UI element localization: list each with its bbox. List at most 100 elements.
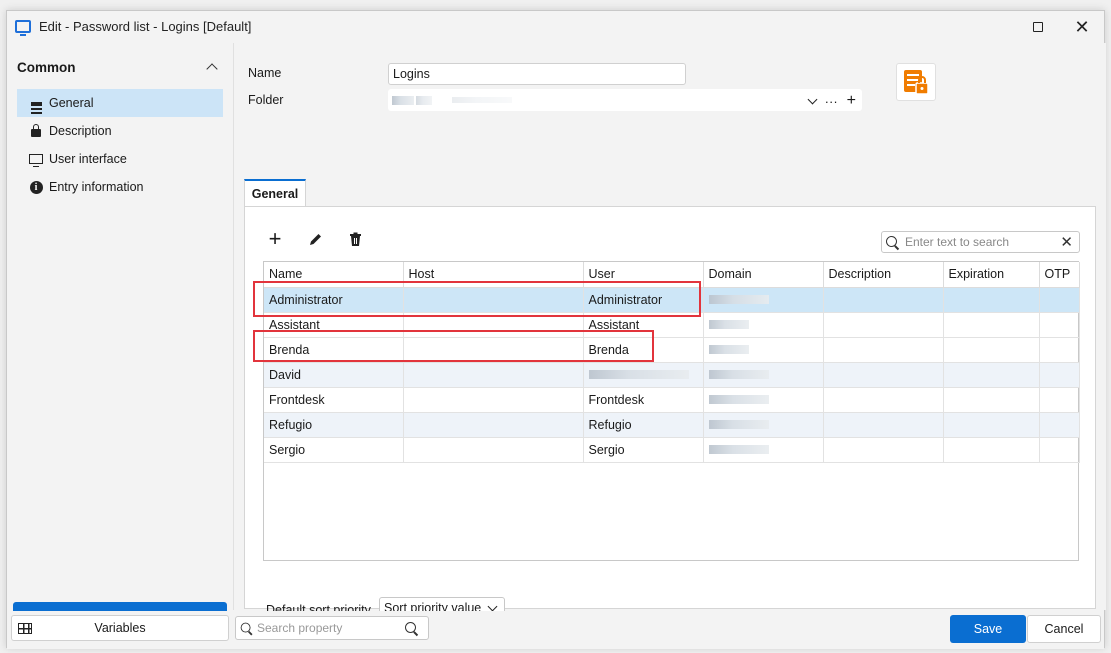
sidebar-item-label: General: [49, 96, 94, 110]
sidebar-item-label: Entry information: [49, 180, 144, 194]
table-row[interactable]: Frontdesk Frontdesk: [264, 387, 1080, 413]
name-label: Name: [248, 66, 282, 80]
cell-domain: [703, 362, 824, 388]
grid-toolbar: +: [267, 226, 363, 251]
folder-value-redacted: [452, 97, 512, 103]
app-icon: [15, 20, 31, 36]
column-header-otp[interactable]: OTP: [1039, 262, 1080, 288]
folder-label: Folder: [248, 93, 284, 107]
search-icon: [240, 622, 253, 634]
cell-description: [823, 362, 944, 388]
folder-add-button[interactable]: +: [847, 92, 856, 110]
edit-dialog: Edit - Password list - Logins [Default] …: [6, 10, 1106, 649]
delete-entry-button[interactable]: [347, 231, 363, 247]
cell-name: Administrator: [264, 287, 404, 313]
folder-field[interactable]: ··· +: [388, 89, 862, 111]
cell-description: [823, 312, 944, 338]
cell-domain: [703, 312, 824, 338]
table-row[interactable]: Sergio Sergio: [264, 437, 1080, 463]
table-row[interactable]: Assistant Assistant: [264, 312, 1080, 338]
edit-entry-button[interactable]: [307, 231, 323, 247]
cell-description: [823, 337, 944, 363]
cell-otp: [1039, 312, 1080, 338]
cell-expiration: [943, 312, 1040, 338]
cell-expiration: [943, 337, 1040, 363]
cell-host: [403, 312, 584, 338]
column-header-user[interactable]: User: [583, 262, 704, 288]
column-header-description[interactable]: Description: [823, 262, 944, 288]
search-icon[interactable]: [405, 621, 418, 635]
sidebar-item-user-interface[interactable]: User interface: [17, 145, 223, 173]
cell-host: [403, 362, 584, 388]
add-entry-button[interactable]: +: [267, 226, 283, 251]
plus-icon: +: [268, 226, 282, 251]
cell-domain: [703, 437, 824, 463]
grid-search-input[interactable]: Enter text to search ✕: [881, 231, 1080, 253]
clear-search-button[interactable]: ✕: [1060, 233, 1073, 251]
cell-description: [823, 412, 944, 438]
property-sidebar: Common General Description User interfac…: [7, 43, 233, 634]
window-title: Edit - Password list - Logins [Default]: [39, 19, 252, 34]
cell-user: Refugio: [583, 412, 704, 438]
save-button[interactable]: Save: [950, 615, 1026, 643]
column-header-host[interactable]: Host: [403, 262, 584, 288]
sidebar-item-description[interactable]: Description: [17, 117, 223, 145]
sidebar-group-label: Common: [17, 59, 76, 75]
search-icon: [886, 235, 899, 249]
cell-description: [823, 387, 944, 413]
sidebar-item-general[interactable]: General: [17, 89, 223, 117]
column-header-name[interactable]: Name: [264, 262, 404, 288]
column-header-domain[interactable]: Domain: [703, 262, 824, 288]
cell-otp: [1039, 337, 1080, 363]
cell-name: Refugio: [264, 412, 404, 438]
cell-host: [403, 387, 584, 413]
folder-more-button[interactable]: ···: [825, 94, 838, 109]
maximize-button[interactable]: [1018, 15, 1058, 39]
sidebar-item-label: User interface: [49, 152, 127, 166]
property-search-placeholder: Search property: [257, 621, 343, 635]
bottom-bar: Variables Search property Save Cancel: [7, 611, 1104, 649]
list-icon: [29, 96, 43, 114]
lock-icon: [29, 124, 43, 138]
chevron-down-icon[interactable]: [807, 94, 818, 104]
cell-user: Brenda: [583, 337, 704, 363]
cell-host: [403, 412, 584, 438]
domain-redacted: [708, 294, 769, 304]
property-search-input[interactable]: Search property: [235, 616, 429, 640]
password-list-icon: [904, 70, 929, 95]
variables-label: Variables: [94, 621, 146, 635]
table-row[interactable]: Brenda Brenda: [264, 337, 1080, 363]
name-field[interactable]: Logins: [388, 63, 686, 85]
cell-domain: [703, 387, 824, 413]
pencil-icon: [309, 233, 321, 245]
variables-button[interactable]: Variables: [11, 615, 229, 641]
cell-domain: [703, 337, 824, 363]
cell-description: [823, 437, 944, 463]
table-row[interactable]: Administrator Administrator: [264, 287, 1080, 313]
cell-expiration: [943, 412, 1040, 438]
tab-general[interactable]: General: [244, 179, 306, 207]
password-grid: Name Host User Domain Description Expira…: [253, 261, 1080, 561]
entry-type-icon[interactable]: [896, 63, 936, 101]
table-row[interactable]: David: [264, 362, 1080, 388]
domain-redacted: [708, 319, 749, 329]
domain-redacted: [708, 394, 769, 404]
cell-description: [823, 287, 944, 313]
domain-redacted: [708, 419, 769, 429]
cell-name: Sergio: [264, 437, 404, 463]
column-header-expiration[interactable]: Expiration: [943, 262, 1040, 288]
sidebar-item-label: Description: [49, 124, 112, 138]
chevron-up-icon: [206, 63, 218, 75]
cell-user: [583, 362, 704, 388]
cell-user: Frontdesk: [583, 387, 704, 413]
grid-search-placeholder: Enter text to search: [905, 235, 1010, 249]
close-button[interactable]: ✕: [1062, 15, 1102, 39]
chevron-down-icon: [487, 601, 498, 611]
domain-redacted: [708, 369, 769, 379]
domain-redacted: [708, 444, 769, 454]
sidebar-item-entry-information[interactable]: i Entry information: [17, 173, 223, 201]
cancel-button[interactable]: Cancel: [1027, 615, 1101, 643]
table-row[interactable]: Refugio Refugio: [264, 412, 1080, 438]
folder-value-redacted: [392, 95, 414, 105]
sidebar-group-common[interactable]: Common: [17, 57, 222, 77]
